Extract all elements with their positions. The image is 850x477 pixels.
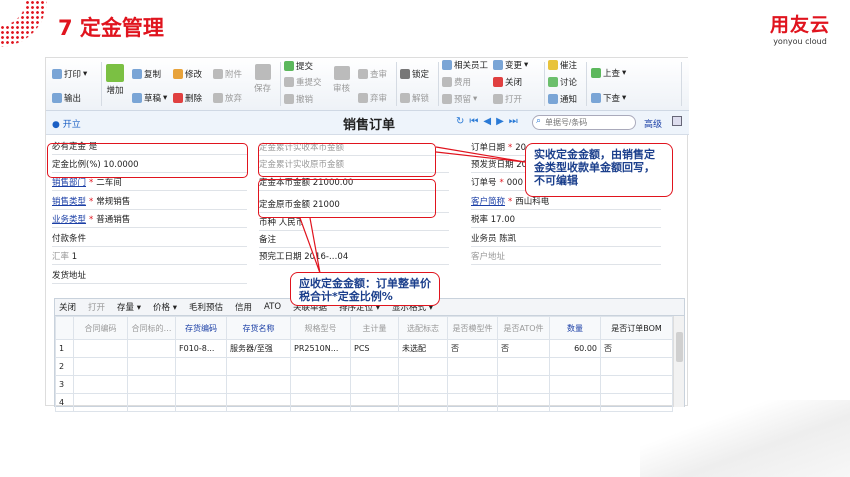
callout-actual-deposit: 实收定金金额，由销售定金类型收款单金额回写，不可编辑 — [525, 143, 673, 197]
callout-lines — [299, 146, 526, 274]
callout-receivable-deposit: 应收定金金额：订单整单价税合计*定金比例% — [290, 272, 440, 306]
